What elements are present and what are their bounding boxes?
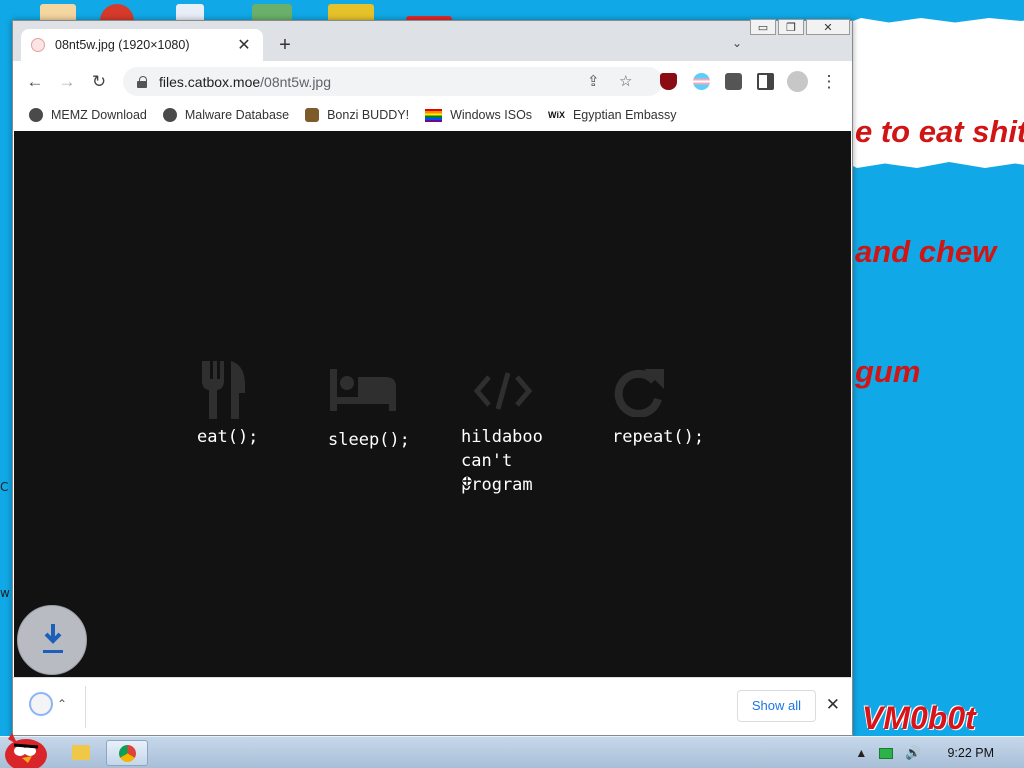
desktop-edge-label: C	[0, 480, 9, 494]
speech-line: gum	[855, 354, 921, 389]
lock-icon[interactable]	[137, 75, 147, 88]
browser-window: 08nt5w.jpg (1920×1080) ✕ + ⌄ ▭ ❐ ✕ ← → ↻…	[12, 19, 853, 736]
download-file-icon	[29, 692, 53, 716]
bookmark-memz[interactable]: MEMZ Download	[29, 108, 147, 122]
utensils-icon	[202, 361, 245, 419]
side-panel-icon[interactable]	[757, 73, 774, 90]
tab-search-chevron-icon[interactable]: ⌄	[732, 36, 742, 50]
desktop-icon-row	[0, 0, 1024, 22]
image-viewer: eat(); sleep(); hildaboo can't program r…	[14, 131, 851, 677]
taskbar-explorer[interactable]	[60, 740, 102, 766]
url-host: files.catbox.moe	[159, 73, 261, 90]
taskbar-chrome[interactable]	[106, 740, 148, 766]
bookmark-egyptian-embassy[interactable]: WiX Egyptian Embassy	[548, 108, 676, 122]
download-button[interactable]	[17, 605, 87, 675]
repeat-label: repeat();	[612, 427, 705, 447]
rainbow-flag-icon	[425, 108, 443, 122]
browser-toolbar: ← → ↻ files.catbox.moe/08nt5w.jpg ⇪ ☆ ⋮	[13, 61, 852, 101]
code-icon	[473, 372, 533, 410]
tab-strip: 08nt5w.jpg (1920×1080) ✕ + ⌄	[13, 21, 852, 61]
hildaboo-label: hildaboo can't program	[461, 427, 543, 495]
wix-icon: WiX	[548, 110, 565, 120]
bonzi-icon	[305, 108, 320, 122]
back-button[interactable]: ←	[23, 70, 47, 94]
speech-line: and chew	[855, 234, 997, 269]
sleep-label: sleep();	[328, 430, 410, 450]
bookmark-label: Windows ISOs	[450, 108, 533, 122]
speech-line: e to eat shit	[855, 114, 1024, 149]
browser-menu-button[interactable]: ⋮	[817, 70, 841, 94]
tab-close-icon[interactable]: ✕	[235, 35, 253, 55]
forward-button[interactable]: →	[55, 70, 79, 94]
extensions-puzzle-icon[interactable]	[725, 73, 742, 90]
share-icon[interactable]: ⇪	[587, 72, 600, 90]
restore-button[interactable]: ❐	[778, 19, 804, 35]
download-item[interactable]: ⌃	[29, 692, 67, 716]
taskbar: ▲ 🔊 9:22 PM	[0, 733, 1024, 768]
move-cursor-icon	[461, 475, 473, 487]
network-icon[interactable]	[879, 747, 894, 759]
system-tray: ▲ 🔊 9:22 PM	[855, 737, 1024, 768]
show-all-button[interactable]: Show all	[736, 690, 816, 722]
new-tab-button[interactable]: +	[275, 34, 295, 57]
divider	[85, 686, 86, 728]
extension-flag-icon[interactable]	[693, 73, 710, 90]
tab-title: 08nt5w.jpg (1920×1080)	[55, 38, 190, 52]
vm-watermark: VM0b0t	[862, 700, 976, 736]
bookmark-star-icon[interactable]: ☆	[619, 72, 632, 90]
tab-active[interactable]: 08nt5w.jpg (1920×1080) ✕	[21, 29, 263, 61]
volume-icon[interactable]: 🔊	[905, 745, 921, 761]
reload-button[interactable]: ↻	[87, 70, 111, 94]
globe-icon	[29, 108, 43, 122]
bookmark-bonzi-buddy[interactable]: Bonzi BUDDY!	[305, 108, 409, 122]
start-button-angry-bird-icon[interactable]	[2, 731, 50, 768]
address-bar[interactable]: files.catbox.moe/08nt5w.jpg ⇪ ☆	[123, 67, 663, 96]
redo-icon	[614, 369, 664, 417]
download-bar: ⌃ Show all ✕	[13, 677, 852, 735]
speech-text: e to eat shit and chew gum	[855, 32, 1024, 432]
minimize-button[interactable]: ▭	[750, 19, 776, 35]
folder-icon	[72, 745, 90, 760]
bookmark-label: Egyptian Embassy	[572, 108, 677, 122]
bookmark-label: MEMZ Download	[51, 108, 147, 122]
desktop-edge-label: w	[0, 586, 10, 600]
close-window-button[interactable]: ✕	[806, 19, 850, 35]
close-download-bar-icon[interactable]: ✕	[826, 695, 840, 715]
bookmark-windows-isos[interactable]: Windows ISOs	[425, 108, 532, 122]
bookmarks-bar: MEMZ Download Malware Database Bonzi BUD…	[13, 101, 852, 129]
url-path: /08nt5w.jpg	[260, 73, 332, 90]
bookmark-label: Malware Database	[184, 108, 290, 122]
bed-icon	[330, 369, 396, 411]
ublock-icon[interactable]	[660, 73, 677, 90]
bookmark-malware-database[interactable]: Malware Database	[162, 108, 290, 122]
chrome-icon	[119, 745, 136, 762]
download-chevron-icon[interactable]: ⌃	[57, 697, 67, 711]
bookmark-label: Bonzi BUDDY!	[327, 108, 410, 122]
profile-avatar-icon[interactable]	[787, 71, 808, 92]
tray-overflow-icon[interactable]: ▲	[855, 746, 867, 760]
favicon-icon	[31, 38, 45, 52]
download-icon	[43, 624, 63, 653]
globe-icon	[162, 108, 177, 122]
eat-label: eat();	[197, 427, 259, 447]
window-controls: ▭ ❐ ✕	[750, 19, 850, 37]
clock[interactable]: 9:22 PM	[947, 746, 994, 760]
url-text[interactable]: files.catbox.moe/08nt5w.jpg	[159, 74, 331, 90]
